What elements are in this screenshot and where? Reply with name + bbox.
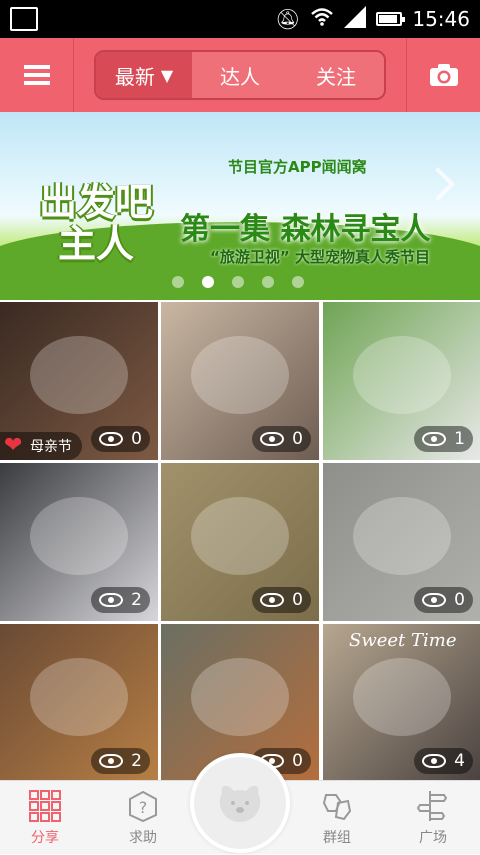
tab-latest[interactable]: 最新 ▼ [96, 52, 192, 98]
pet-photo [191, 497, 289, 575]
status-bar: 🔕︎ 15:46 [0, 0, 480, 38]
pet-photo [191, 336, 289, 414]
view-count-badge: 2 [91, 748, 150, 774]
battery-icon [376, 12, 406, 26]
group-icon [322, 794, 352, 821]
camera-button[interactable] [406, 38, 480, 112]
eye-icon [99, 754, 124, 768]
pager-dot-active[interactable] [202, 276, 214, 288]
banner-title: 第一集 森林寻宝人 [180, 212, 431, 247]
view-count-badge: 0 [91, 426, 150, 452]
view-count-badge: 0 [414, 587, 473, 613]
center-dog-button[interactable] [190, 753, 290, 853]
banner-logo: 出发吧主人 [38, 180, 153, 266]
view-count-badge: 0 [252, 426, 311, 452]
eye-icon [260, 432, 285, 446]
view-count: 2 [131, 751, 142, 771]
nav-item-share[interactable]: 分享 [0, 781, 90, 855]
pager-dot[interactable] [292, 276, 304, 288]
question-box-icon: ? [129, 790, 157, 823]
pet-photo [30, 658, 128, 736]
grid-share-icon [29, 790, 61, 822]
banner-pager [172, 276, 304, 288]
dropdown-triangle-icon: ▼ [160, 65, 174, 85]
pet-photo [353, 497, 451, 575]
banner-subtitle: “旅游卫视” 大型宠物真人秀节目 [210, 248, 430, 266]
view-count: 0 [292, 590, 303, 610]
heart-icon: ❤ [4, 433, 23, 458]
signal-icon [344, 5, 367, 33]
promo-banner[interactable]: 出发吧主人 节目官方APP闻闻窝 第一集 森林寻宝人 “旅游卫视” 大型宠物真人… [0, 112, 480, 300]
pet-photo [353, 658, 451, 736]
pager-dot[interactable] [262, 276, 274, 288]
photo-tile[interactable]: 2 [0, 624, 158, 782]
pet-photo [191, 658, 289, 736]
svg-text:?: ? [139, 798, 148, 817]
eye-icon [422, 593, 447, 607]
mute-icon: 🔕︎ [274, 7, 301, 31]
segmented-tabs: 最新 ▼ 达人 关注 [94, 50, 386, 100]
view-count-badge: 2 [91, 587, 150, 613]
photo-tag: ❤ 母亲节 [0, 432, 82, 460]
photo-tile[interactable]: Sweet Time 4 [323, 624, 480, 782]
eye-icon [422, 754, 447, 768]
hamburger-menu-icon [23, 61, 50, 89]
banner-headline: 节目官方APP闻闻窝 [228, 158, 367, 176]
plaza-icon [416, 791, 448, 821]
photo-sticker-text: Sweet Time [349, 630, 457, 651]
eye-icon [260, 593, 285, 607]
tab-following[interactable]: 关注 [288, 52, 384, 98]
clock: 15:46 [412, 7, 470, 31]
view-count: 0 [292, 751, 303, 771]
tab-experts[interactable]: 达人 [192, 52, 288, 98]
bottom-navigation: 分享 ? 求助 群组 广场 [0, 753, 480, 855]
wifi-icon [310, 7, 334, 32]
view-count: 0 [131, 429, 142, 449]
nav-item-plaza[interactable]: 广场 [388, 781, 478, 855]
nav-item-help[interactable]: ? 求助 [98, 781, 188, 855]
gallery-notification-icon [10, 7, 38, 31]
view-count-badge: 4 [414, 748, 473, 774]
view-count: 0 [292, 429, 303, 449]
pet-photo [30, 497, 128, 575]
photo-tile[interactable]: 1 [323, 302, 480, 460]
view-count-badge: 0 [252, 587, 311, 613]
pet-photo [30, 336, 128, 414]
photo-tile[interactable]: 2 [0, 463, 158, 621]
view-count-badge: 1 [414, 426, 473, 452]
photo-tile[interactable]: 0 [161, 463, 319, 621]
photo-tile[interactable]: 0 [323, 463, 480, 621]
view-count: 1 [454, 429, 465, 449]
nav-item-groups[interactable]: 群组 [292, 781, 382, 855]
eye-icon [99, 593, 124, 607]
camera-icon [429, 64, 458, 86]
view-count: 2 [131, 590, 142, 610]
app-header: 最新 ▼ 达人 关注 [0, 38, 480, 112]
photo-tile[interactable]: ❤ 母亲节 0 [0, 302, 158, 460]
dog-face-icon [219, 785, 261, 822]
eye-icon [99, 432, 124, 446]
eye-icon [422, 432, 447, 446]
pager-dot[interactable] [172, 276, 184, 288]
pet-photo [353, 336, 451, 414]
photo-tag-label: 母亲节 [30, 439, 72, 455]
view-count: 0 [454, 590, 465, 610]
photo-tile[interactable]: 0 [161, 302, 319, 460]
menu-button[interactable] [0, 38, 74, 112]
pager-dot[interactable] [232, 276, 244, 288]
view-count: 4 [454, 751, 465, 771]
